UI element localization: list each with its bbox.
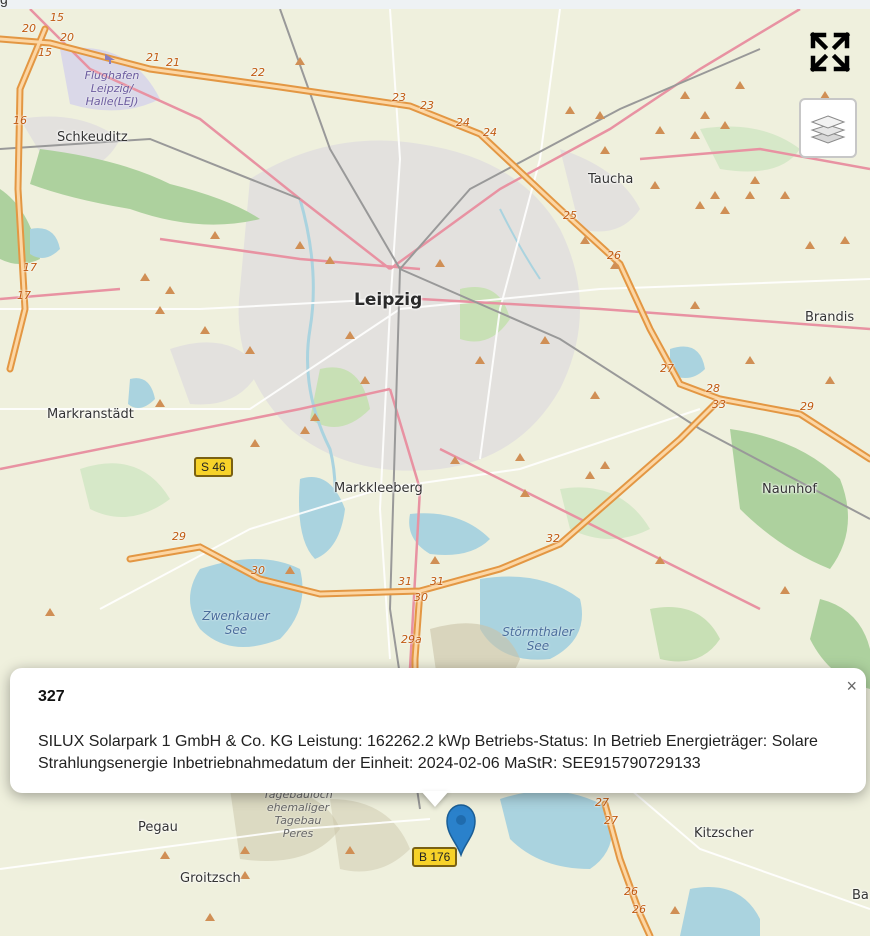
mine-label-line2: ehemaliger bbox=[266, 801, 330, 814]
lake-label-stoermthal: Störmthaler See bbox=[498, 625, 578, 653]
exit-label: 31 bbox=[398, 575, 412, 588]
road-sign-s46: S 46 bbox=[194, 457, 233, 477]
exit-label: 23 bbox=[392, 91, 406, 104]
exit-label: 15 bbox=[50, 11, 64, 24]
popup-body: SILUX Solarpark 1 GmbH & Co. KG Leistung… bbox=[38, 733, 818, 772]
exit-label: 30 bbox=[251, 564, 265, 577]
airport-label: Flughafen Leipzig/ Halle(LEJ) bbox=[72, 69, 152, 108]
place-schkeuditz: Schkeuditz bbox=[57, 130, 128, 145]
place-naunhof: Naunhof bbox=[762, 482, 817, 497]
mine-label: Tagebauloch ehemaliger Tagebau Peres bbox=[252, 788, 344, 840]
exit-label: 25 bbox=[563, 209, 577, 222]
lake-label-stoermthal-line2: See bbox=[526, 639, 550, 653]
exit-label: 23 bbox=[420, 99, 434, 112]
exit-label: 30 bbox=[414, 591, 428, 604]
exit-label: 21 bbox=[146, 51, 160, 64]
top-strip: g bbox=[0, 0, 870, 9]
exit-label: 26 bbox=[624, 885, 638, 898]
exit-label: 28 bbox=[706, 382, 720, 395]
place-markkleeberg: Markkleeberg bbox=[334, 481, 423, 496]
place-groitzsch: Groitzsch bbox=[180, 871, 241, 886]
exit-label: 27 bbox=[660, 362, 674, 375]
layers-icon bbox=[810, 115, 846, 144]
top-strip-text: g bbox=[0, 0, 8, 7]
popup-title: 327 bbox=[38, 688, 65, 705]
exit-label: 21 bbox=[166, 56, 180, 69]
place-leipzig: Leipzig bbox=[354, 290, 423, 310]
exit-label: 17 bbox=[23, 261, 37, 274]
exit-label: 29 bbox=[800, 400, 814, 413]
exit-label: 17 bbox=[17, 289, 31, 302]
exit-label: 20 bbox=[60, 31, 74, 44]
exit-label: 16 bbox=[13, 114, 27, 127]
location-marker-icon[interactable] bbox=[445, 803, 477, 857]
exit-label: 20 bbox=[22, 22, 36, 35]
mine-label-line3: Tagebau bbox=[274, 814, 322, 827]
airport-label-line1: Flughafen bbox=[84, 69, 140, 82]
lake-label-zwenkau: Zwenkauer See bbox=[200, 609, 272, 637]
exit-label: 33 bbox=[712, 398, 726, 411]
place-brandis: Brandis bbox=[805, 310, 855, 325]
place-ba: Ba bbox=[852, 888, 869, 903]
exit-label: 24 bbox=[483, 126, 497, 139]
exit-label: 26 bbox=[607, 249, 621, 262]
info-popup: 327 SILUX Solarpark 1 GmbH & Co. KG Leis… bbox=[10, 668, 866, 793]
lake-label-zwenkau-line1: Zwenkauer bbox=[202, 609, 270, 623]
layers-button[interactable] bbox=[799, 98, 857, 158]
exit-label: 22 bbox=[251, 66, 265, 79]
exit-label: 26 bbox=[632, 903, 646, 916]
expand-arrows-icon bbox=[809, 31, 851, 73]
exit-label: 27 bbox=[604, 814, 618, 827]
fullscreen-button[interactable] bbox=[808, 30, 852, 74]
popup-close-button[interactable]: × bbox=[846, 676, 857, 697]
airport-label-line3: Halle(LEJ) bbox=[85, 95, 139, 108]
exit-label: 32 bbox=[546, 532, 560, 545]
place-pegau: Pegau bbox=[138, 820, 178, 835]
exit-label: 24 bbox=[456, 116, 470, 129]
lake-label-stoermthal-line1: Störmthaler bbox=[502, 625, 574, 639]
place-taucha: Taucha bbox=[588, 172, 634, 187]
place-kitzscher: Kitzscher bbox=[694, 826, 754, 841]
mine-label-line4: Peres bbox=[282, 827, 314, 840]
exit-label: 29a bbox=[401, 633, 422, 646]
exit-label: 15 bbox=[38, 46, 52, 59]
popup-tip bbox=[421, 791, 449, 807]
place-markranstaedt: Markranstädt bbox=[47, 407, 134, 422]
exit-label: 31 bbox=[430, 575, 444, 588]
airport-label-line2: Leipzig/ bbox=[90, 82, 134, 95]
lake-label-zwenkau-line2: See bbox=[224, 623, 248, 637]
exit-label: 29 bbox=[172, 530, 186, 543]
exit-label: 27 bbox=[595, 796, 609, 809]
